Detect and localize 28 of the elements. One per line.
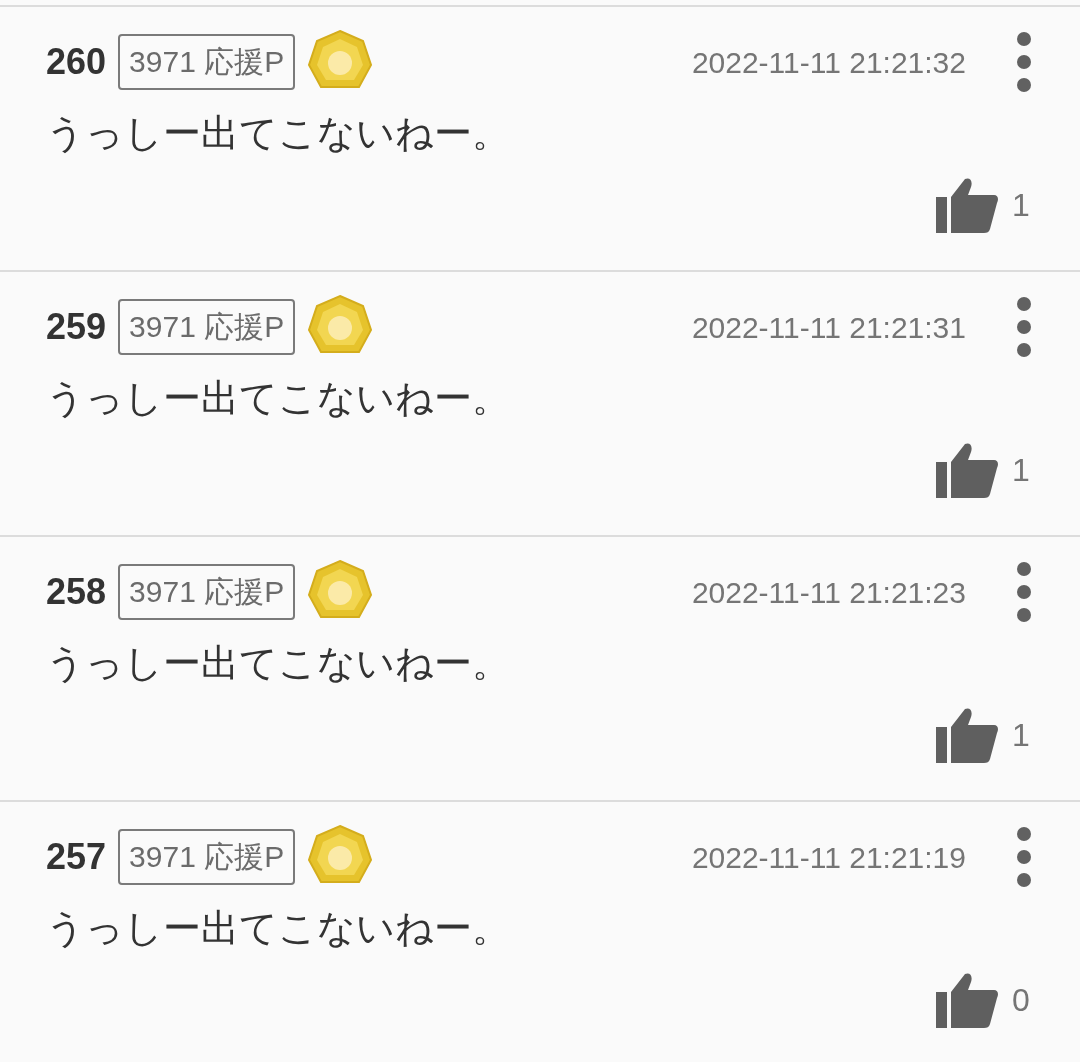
like-count: 1 (1012, 451, 1031, 490)
thumbs-up-icon[interactable] (936, 442, 998, 498)
more-options-icon[interactable] (1016, 826, 1032, 888)
comment-text: うっしー出てこないねー。 (46, 376, 511, 421)
comment-number: 260 (46, 40, 107, 84)
more-options-icon[interactable] (1016, 31, 1032, 93)
thumbs-up-icon[interactable] (936, 177, 998, 233)
points-label: 3971 応援P (118, 34, 296, 90)
points-label: 3971 応援P (118, 299, 296, 355)
points-label: 3971 応援P (118, 564, 296, 620)
comment-number: 258 (46, 570, 107, 614)
points-label: 3971 応援P (118, 829, 296, 885)
comment-date: 2022-11-11 21:21:31 (691, 309, 966, 346)
comment-text: うっしー出てこないねー。 (46, 641, 511, 686)
comment-text: うっしー出てこないねー。 (46, 906, 511, 951)
more-options-icon[interactable] (1016, 561, 1032, 623)
thumbs-up-icon[interactable] (936, 972, 998, 1028)
like-count: 1 (1012, 716, 1031, 755)
comment-number: 257 (46, 835, 107, 879)
like-count: 1 (1012, 186, 1031, 225)
like-count: 0 (1012, 981, 1031, 1020)
comment-date: 2022-11-11 21:21:19 (691, 839, 966, 876)
comment-date: 2022-11-11 21:21:23 (691, 574, 966, 611)
more-options-icon[interactable] (1016, 296, 1032, 358)
comment-date: 2022-11-11 21:21:32 (691, 44, 966, 81)
comment-text: うっしー出てこないねー。 (46, 111, 511, 156)
thumbs-up-icon[interactable] (936, 707, 998, 763)
comment-number: 259 (46, 305, 107, 349)
